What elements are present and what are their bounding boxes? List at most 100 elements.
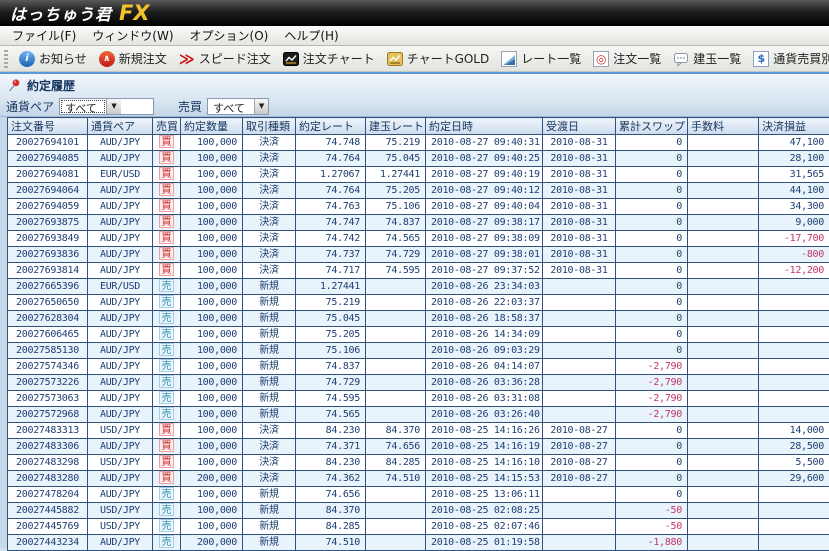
column-header-value_date[interactable]: 受渡日 [543,118,616,135]
cell-order_no: 20027694064 [8,183,88,199]
column-header-order_no[interactable]: 注文番号 [8,118,88,135]
cell-exec_rate: 74.729 [296,375,366,391]
table-row[interactable]: 20027694085AUD/JPY買100,000決済74.76475.045… [8,151,829,167]
chart-gold-icon [387,51,403,67]
cell-exec_time: 2010-08-26 14:34:09 [426,327,543,343]
table-row[interactable]: 20027443234AUD/JPY売200,000新規74.5102010-0… [8,535,829,551]
side-filter-select[interactable]: すべて ▼ [207,98,269,115]
cell-pair: AUD/JPY [88,183,153,199]
cell-side: 買 [153,135,181,151]
column-header-type[interactable]: 取引種類 [243,118,296,135]
cell-exec_time: 2010-08-26 18:58:37 [426,311,543,327]
cell-side: 買 [153,183,181,199]
side-badge: 売 [159,279,174,292]
cell-pair: USD/JPY [88,503,153,519]
table-row[interactable]: 20027650650AUD/JPY売100,000新規75.2192010-0… [8,295,829,311]
cell-value_date [543,407,616,423]
cell-commission [688,375,759,391]
column-header-commission[interactable]: 手数料 [688,118,759,135]
column-header-swap[interactable]: 累計スワップ [616,118,688,135]
toolbar-grip-icon[interactable] [4,50,8,68]
cell-exec_rate: 74.595 [296,391,366,407]
cell-qty: 100,000 [181,215,243,231]
column-header-qty[interactable]: 約定数量 [181,118,243,135]
cell-exec_time: 2010-08-26 03:26:40 [426,407,543,423]
cell-value_date: 2010-08-31 [543,151,616,167]
toolbar-item-label: お知らせ [39,50,87,67]
cell-order_no: 20027483313 [8,423,88,439]
toolbar-item-order-chart[interactable]: 注文チャート [277,50,381,67]
chevron-down-icon[interactable]: ▼ [254,99,268,114]
column-header-exec_rate[interactable]: 約定レート [296,118,366,135]
cell-qty: 100,000 [181,487,243,503]
cell-exec_time: 2010-08-26 03:31:08 [426,391,543,407]
cell-type: 新規 [243,343,296,359]
menu-item-option[interactable]: オプション(O) [182,26,277,45]
cell-qty: 100,000 [181,167,243,183]
cell-side: 買 [153,199,181,215]
cell-open_rate [366,503,426,519]
table-row[interactable]: 20027585130AUD/JPY売100,000新規75.1062010-0… [8,343,829,359]
cell-order_no: 20027483298 [8,455,88,471]
cell-qty: 100,000 [181,231,243,247]
table-row[interactable]: 20027694059AUD/JPY買100,000決済74.76375.106… [8,199,829,215]
toolbar-item-rate-list[interactable]: レート一覧 [495,50,587,67]
cell-exec_rate: 74.371 [296,439,366,455]
page-title: 約定履歴 [27,77,75,94]
menu-item-window[interactable]: ウィンドウ(W) [84,26,181,45]
cell-commission [688,231,759,247]
table-row[interactable]: 20027628304AUD/JPY売100,000新規75.0452010-0… [8,311,829,327]
menu-item-help[interactable]: ヘルプ(H) [276,26,346,45]
toolbar-item-currency-by-side[interactable]: $通貨売買別 [747,50,829,67]
table-row[interactable]: 20027693836AUD/JPY買100,000決済74.73774.729… [8,247,829,263]
cell-side: 買 [153,167,181,183]
cell-swap: -2,790 [616,407,688,423]
cell-exec_rate: 74.737 [296,247,366,263]
toolbar-item-position-list[interactable]: 建玉一覧 [667,50,747,67]
column-header-side[interactable]: 売買 [153,118,181,135]
table-row[interactable]: 20027445769USD/JPY売100,000新規84.2852010-0… [8,519,829,535]
cell-value_date [543,295,616,311]
toolbar-item-order-list[interactable]: ◎注文一覧 [587,50,667,67]
table-row[interactable]: 20027574346AUD/JPY売100,000新規74.8372010-0… [8,359,829,375]
pair-filter-select[interactable]: すべて ▼ [59,98,154,115]
table-row[interactable]: 20027572968AUD/JPY売100,000新規74.5652010-0… [8,407,829,423]
table-row[interactable]: 20027694081EUR/USD買100,000決済1.270671.274… [8,167,829,183]
table-row[interactable]: 20027693814AUD/JPY買100,000決済74.71774.595… [8,263,829,279]
cell-order_no: 20027694085 [8,151,88,167]
cell-value_date: 2010-08-27 [543,455,616,471]
table-row[interactable]: 20027573226AUD/JPY売100,000新規74.7292010-0… [8,375,829,391]
table-row[interactable]: 20027694064AUD/JPY買100,000決済74.76475.205… [8,183,829,199]
table-row[interactable]: 20027573063AUD/JPY売100,000新規74.5952010-0… [8,391,829,407]
chevron-down-icon[interactable]: ▼ [106,99,121,114]
toolbar-item-new-order[interactable]: ∧新規注文 [93,50,173,67]
menu-item-file[interactable]: ファイル(F) [4,26,84,45]
table-row[interactable]: 20027478204AUD/JPY売100,000新規74.6562010-0… [8,487,829,503]
table-row[interactable]: 20027694101AUD/JPY買100,000決済74.74875.219… [8,135,829,151]
table-row[interactable]: 20027665396EUR/USD売100,000新規1.274412010-… [8,279,829,295]
column-header-pl[interactable]: 決済損益 [759,118,829,135]
table-row[interactable]: 20027693875AUD/JPY買100,000決済74.74774.837… [8,215,829,231]
panel-header: 約定履歴 [0,74,829,96]
column-header-open_rate[interactable]: 建玉レート [366,118,426,135]
column-header-exec_time[interactable]: 約定日時 [426,118,543,135]
table-row[interactable]: 20027445882USD/JPY売100,000新規84.3702010-0… [8,503,829,519]
app-logo-fx: FX [119,1,150,25]
toolbar-item-speed-order[interactable]: ≫スピード注文 [173,50,277,67]
toolbar-item-notice[interactable]: iお知らせ [13,50,93,67]
cell-type: 新規 [243,375,296,391]
cell-pair: AUD/JPY [88,359,153,375]
table-row[interactable]: 20027483280AUD/JPY買200,000決済74.36274.510… [8,471,829,487]
cell-swap: 0 [616,135,688,151]
column-header-pair[interactable]: 通貨ペア [88,118,153,135]
cell-type: 新規 [243,503,296,519]
side-badge: 買 [159,215,174,228]
table-row[interactable]: 20027483306AUD/JPY買100,000決済74.37174.656… [8,439,829,455]
table-row[interactable]: 20027483313USD/JPY買100,000決済84.23084.370… [8,423,829,439]
cell-pair: AUD/JPY [88,487,153,503]
cell-open_rate [366,391,426,407]
table-row[interactable]: 20027606465AUD/JPY売100,000新規75.2052010-0… [8,327,829,343]
table-row[interactable]: 20027693849AUD/JPY買100,000決済74.74274.565… [8,231,829,247]
toolbar-item-chart-gold[interactable]: チャートGOLD [381,50,496,67]
table-row[interactable]: 20027483298USD/JPY買100,000決済84.23084.285… [8,455,829,471]
